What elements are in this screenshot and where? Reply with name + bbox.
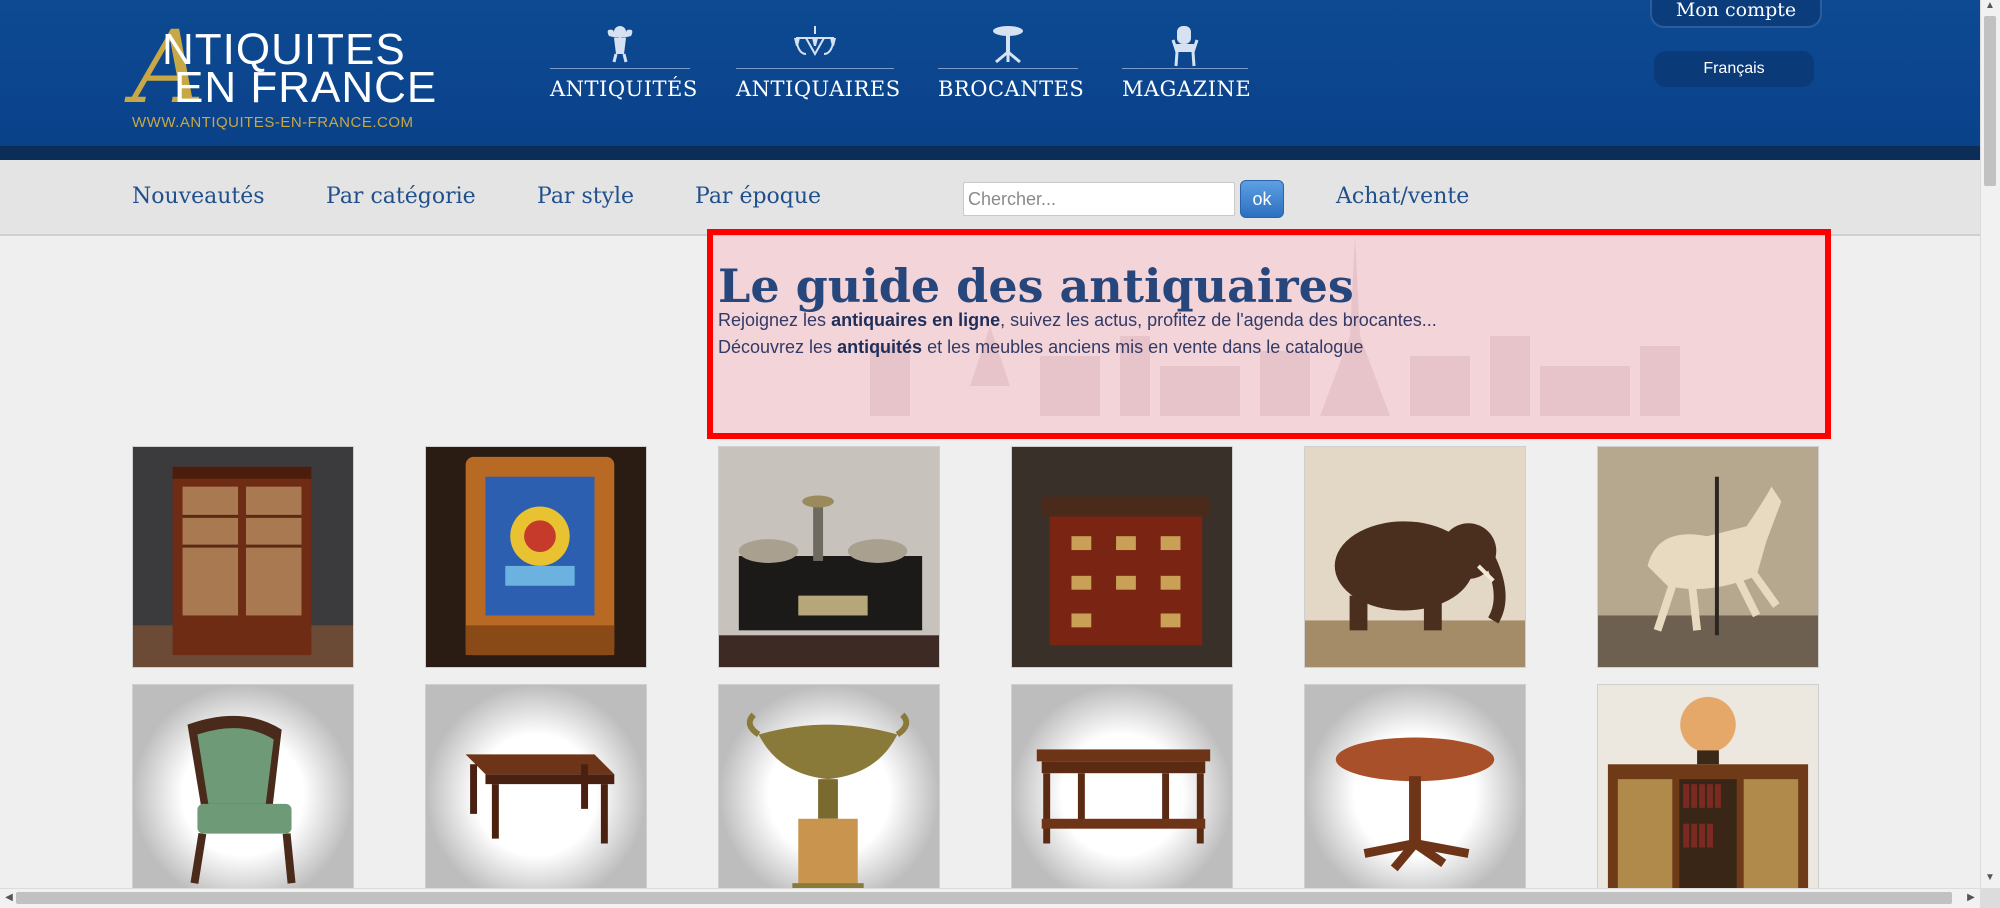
search-ok-button[interactable]: ok bbox=[1240, 180, 1284, 218]
nav-par-style[interactable]: Par style bbox=[537, 184, 634, 209]
horizontal-scroll-thumb[interactable] bbox=[16, 892, 1952, 904]
secondary-nav: Nouveautés Par catégorie Par style Par é… bbox=[0, 160, 1980, 236]
product-bronze-elephant-image[interactable] bbox=[1304, 446, 1526, 668]
pedestal-table-icon bbox=[938, 22, 1078, 68]
hero-link-antiquites[interactable]: antiquités bbox=[837, 337, 922, 357]
product-bookcase-cabinet-image[interactable] bbox=[132, 446, 354, 668]
product-bronze-urn-image[interactable] bbox=[718, 684, 940, 906]
nav-achat-vente[interactable]: Achat/vente bbox=[1336, 184, 1469, 209]
product-console-table-image[interactable] bbox=[1011, 684, 1233, 906]
hero-link-antiquaires[interactable]: antiquaires en ligne bbox=[831, 310, 1000, 330]
scroll-down-arrow-icon[interactable]: ▼ bbox=[1984, 872, 1996, 886]
product-brass-scale-image[interactable] bbox=[718, 446, 940, 668]
hero-title: Le guide des antiquaires bbox=[718, 259, 1354, 313]
main-nav-label: MAGAZINE bbox=[1122, 77, 1252, 101]
nav-nouveautes[interactable]: Nouveautés bbox=[132, 184, 265, 209]
header-bottom-band bbox=[0, 146, 1980, 160]
main-nav-magazine[interactable]: MAGAZINE bbox=[1122, 22, 1252, 112]
main-nav-antiquites[interactable]: ANTIQUITÉS bbox=[550, 22, 697, 112]
site-logo[interactable]: A NTIQUITES EN FRANCE WWW.ANTIQUITES-EN-… bbox=[130, 18, 440, 132]
hero-intro-line2: Découvrez les antiquités et les meubles … bbox=[718, 337, 1364, 357]
hero-intro-line1: Rejoignez les antiquaires en ligne, suiv… bbox=[718, 310, 1437, 330]
cherub-icon bbox=[550, 22, 690, 68]
my-account-tab[interactable]: Mon compte bbox=[1650, 0, 1822, 28]
main-nav-brocantes[interactable]: BROCANTES bbox=[938, 22, 1084, 112]
scroll-right-arrow-icon[interactable]: ▶ bbox=[1964, 891, 1978, 905]
vertical-scroll-thumb[interactable] bbox=[1984, 16, 1996, 186]
nav-par-categorie[interactable]: Par catégorie bbox=[326, 184, 476, 209]
product-pinball-machine-image[interactable] bbox=[425, 446, 647, 668]
product-green-armchair-image[interactable] bbox=[132, 684, 354, 906]
main-nav-antiquaires[interactable]: ANTIQUAIRES bbox=[736, 22, 900, 112]
product-marquetry-commode-image[interactable] bbox=[1011, 446, 1233, 668]
nav-par-epoque[interactable]: Par époque bbox=[695, 184, 821, 209]
product-mahogany-bench-image[interactable] bbox=[425, 684, 647, 906]
product-carousel-horse-image[interactable] bbox=[1597, 446, 1819, 668]
main-nav-label: ANTIQUAIRES bbox=[736, 77, 901, 101]
scroll-up-arrow-icon[interactable]: ▲ bbox=[1984, 0, 1996, 14]
scrollbar-corner bbox=[1980, 888, 2000, 908]
chandelier-icon bbox=[736, 22, 894, 68]
main-nav-label: ANTIQUITÉS bbox=[550, 77, 698, 101]
logo-text-line2: EN FRANCE bbox=[174, 63, 438, 112]
scroll-left-arrow-icon[interactable]: ◀ bbox=[2, 891, 16, 905]
product-bookcase-with-globe-image[interactable] bbox=[1597, 684, 1819, 906]
main-nav-label: BROCANTES bbox=[938, 77, 1085, 101]
logo-url: WWW.ANTIQUITES-EN-FRANCE.COM bbox=[132, 114, 414, 131]
chair-icon bbox=[1122, 22, 1248, 68]
language-selector[interactable]: Français bbox=[1654, 51, 1814, 87]
search-input[interactable] bbox=[963, 182, 1235, 216]
product-round-pedestal-table-image[interactable] bbox=[1304, 684, 1526, 906]
